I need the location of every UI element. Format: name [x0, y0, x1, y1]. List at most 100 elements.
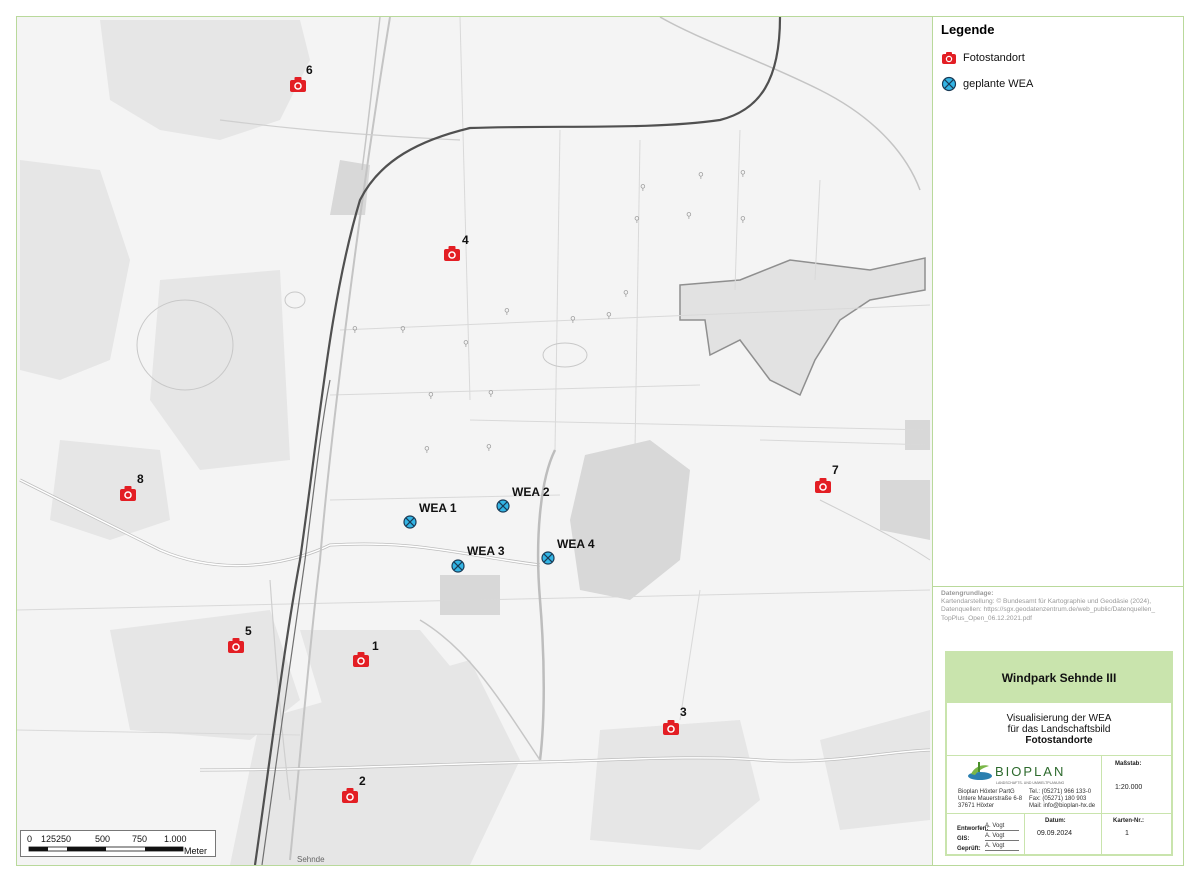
scale-label: Maßstab:: [1115, 761, 1142, 767]
camera-lens: [668, 726, 674, 732]
svg-text:⚲: ⚲: [686, 211, 692, 220]
scale-tick-label: 750: [132, 834, 147, 844]
legend-label-turbine: geplante WEA: [963, 78, 1034, 90]
legend-separator: [933, 586, 1184, 587]
svg-text:⚲: ⚲: [428, 391, 434, 400]
photo-site-label: 6: [306, 63, 313, 77]
turbine-label: WEA 4: [557, 537, 595, 551]
camera-lens: [125, 492, 131, 498]
turbine-label: WEA 3: [467, 544, 505, 558]
camera-lens: [233, 644, 239, 650]
role-name: A. Vogt: [985, 843, 1019, 851]
role-label: Geprüft:: [957, 846, 981, 852]
photo-site-label: 1: [372, 639, 379, 653]
svg-text:⚲: ⚲: [504, 307, 510, 316]
svg-text:⚲: ⚲: [570, 315, 576, 324]
camera-icon: [819, 478, 827, 482]
contact-line: Tel.: (05271) 966 133-0: [1029, 789, 1092, 795]
source-heading: Datengrundlage:: [941, 590, 994, 597]
role-label: GIS:: [957, 836, 970, 842]
date-value: 09.09.2024: [1037, 830, 1073, 837]
project-title: Windpark Sehnde III: [947, 653, 1171, 703]
svg-text:⚲: ⚲: [352, 325, 358, 334]
role-name: A. Vogt: [985, 833, 1019, 841]
scale-tick-label: 0: [27, 834, 32, 844]
panel-separator: [932, 16, 933, 866]
svg-text:⚲: ⚲: [740, 215, 746, 224]
legend-panel: Legende Fotostandort geplante WEA: [941, 22, 1177, 99]
address-line: Bioplan Höxter PartG: [958, 789, 1015, 795]
photo-site-label: 8: [137, 472, 144, 486]
map-subject: Fotostandorte: [1025, 734, 1093, 746]
svg-text:⚲: ⚲: [488, 389, 494, 398]
title-block-grid: BIOPLAN LANDSCHAFTS- UND UMWELTPLANUNG B…: [947, 756, 1171, 855]
camera-icon: [294, 77, 302, 81]
contact-line: Fax: (05271) 180 903: [1029, 796, 1087, 802]
photo-site-label: 4: [462, 233, 469, 247]
scale-value: 1:20.000: [1115, 784, 1143, 791]
turbine-label: WEA 2: [512, 485, 550, 499]
description-line: Visualisierung der WEA: [1006, 712, 1112, 724]
role-name: A. Vogt: [985, 823, 1019, 831]
camera-icon: [667, 720, 675, 724]
source-line: Datenquellen: https://sgx.geodatenzentru…: [941, 606, 1156, 614]
grid-line: [1024, 813, 1025, 855]
scale-unit: Meter: [184, 846, 207, 856]
svg-text:⚲: ⚲: [424, 445, 430, 454]
source-line: Kartendarstellung: © Bundesamt für Karto…: [941, 598, 1152, 606]
svg-text:⚲: ⚲: [606, 311, 612, 320]
photo-site-label: 2: [359, 774, 366, 788]
svg-text:⚲: ⚲: [740, 169, 746, 178]
scale-bar-graphic: 0 125 250 500 750 1.000 Meter: [27, 834, 207, 856]
map-description: Visualisierung der WEA für das Landschaf…: [947, 703, 1171, 756]
svg-text:⚲: ⚲: [400, 325, 406, 334]
camera-icon: [357, 652, 365, 656]
crossed-circle-icon: [941, 76, 957, 92]
svg-text:⚲: ⚲: [623, 289, 629, 298]
camera-lens: [347, 794, 353, 800]
photo-site-label: 3: [680, 705, 687, 719]
camera-lens: [449, 252, 455, 258]
date-label: Datum:: [1045, 818, 1066, 824]
camera-icon: [124, 486, 132, 490]
photo-site-label: 5: [245, 624, 252, 638]
title-block: Windpark Sehnde III Visualisierung der W…: [945, 651, 1173, 856]
svg-text:⚲: ⚲: [634, 215, 640, 224]
scale-tick-label: 500: [95, 834, 110, 844]
camera-lens: [358, 658, 364, 664]
svg-text:⚲: ⚲: [640, 183, 646, 192]
legend-item-photo-site: Fotostandort: [941, 47, 1177, 69]
grid-line: [947, 813, 1171, 814]
company-contact: Tel.: (05271) 966 133-0 Fax: (05271) 180…: [1029, 789, 1095, 810]
source-line: TopPlus_Open_06.12.2021.pdf: [941, 614, 1032, 622]
bioplan-logo-icon: [968, 762, 992, 780]
address-line: 37671 Höxter: [958, 803, 995, 809]
map-number-label: Karten-Nr.:: [1113, 818, 1145, 824]
photo-site-label: 7: [832, 463, 839, 477]
company-address: Bioplan Höxter PartG Untere Mauerstraße …: [958, 789, 1022, 810]
grid-line: [1101, 756, 1102, 855]
legend-label-photo-site: Fotostandort: [963, 52, 1025, 64]
description-line: für das Landschaftsbild: [1007, 723, 1111, 735]
svg-text:⚲: ⚲: [486, 443, 492, 452]
contact-line: Mail: info@bioplan-hx.de: [1029, 803, 1096, 809]
logo-text: BIOPLAN: [995, 764, 1066, 779]
map-canvas[interactable]: ⚲ ⚲ ⚲ ⚲ ⚲ ⚲ ⚲ ⚲ ⚲ ⚲ ⚲ ⚲ ⚲ ⚲ ⚲ ⚲ ⚲ Sehnde WEA 1 WEA 2…: [17, 17, 932, 865]
scale-tick-label: 250: [56, 834, 71, 844]
svg-text:⚲: ⚲: [698, 171, 704, 180]
camera-icon: [942, 52, 956, 64]
town-label-sehnde: Sehnde: [297, 855, 325, 864]
camera-lens: [295, 83, 301, 89]
camera-lens: [820, 484, 826, 490]
turbine-label: WEA 1: [419, 501, 457, 515]
scale-bar: 0 125 250 500 750 1.000 Meter: [20, 830, 216, 857]
address-line: Untere Mauerstraße 6-8: [958, 796, 1023, 802]
scale-tick-label: 125: [41, 834, 56, 844]
camera-icon: [346, 788, 354, 792]
data-source-note: Datengrundlage: Kartendarstellung: © Bun…: [941, 590, 1177, 623]
logo-subtitle: LANDSCHAFTS- UND UMWELTPLANUNG: [996, 781, 1065, 785]
svg-text:⚲: ⚲: [463, 339, 469, 348]
role-label: Entworfen:: [957, 826, 989, 832]
camera-icon: [232, 638, 240, 642]
legend-title: Legende: [941, 22, 995, 37]
